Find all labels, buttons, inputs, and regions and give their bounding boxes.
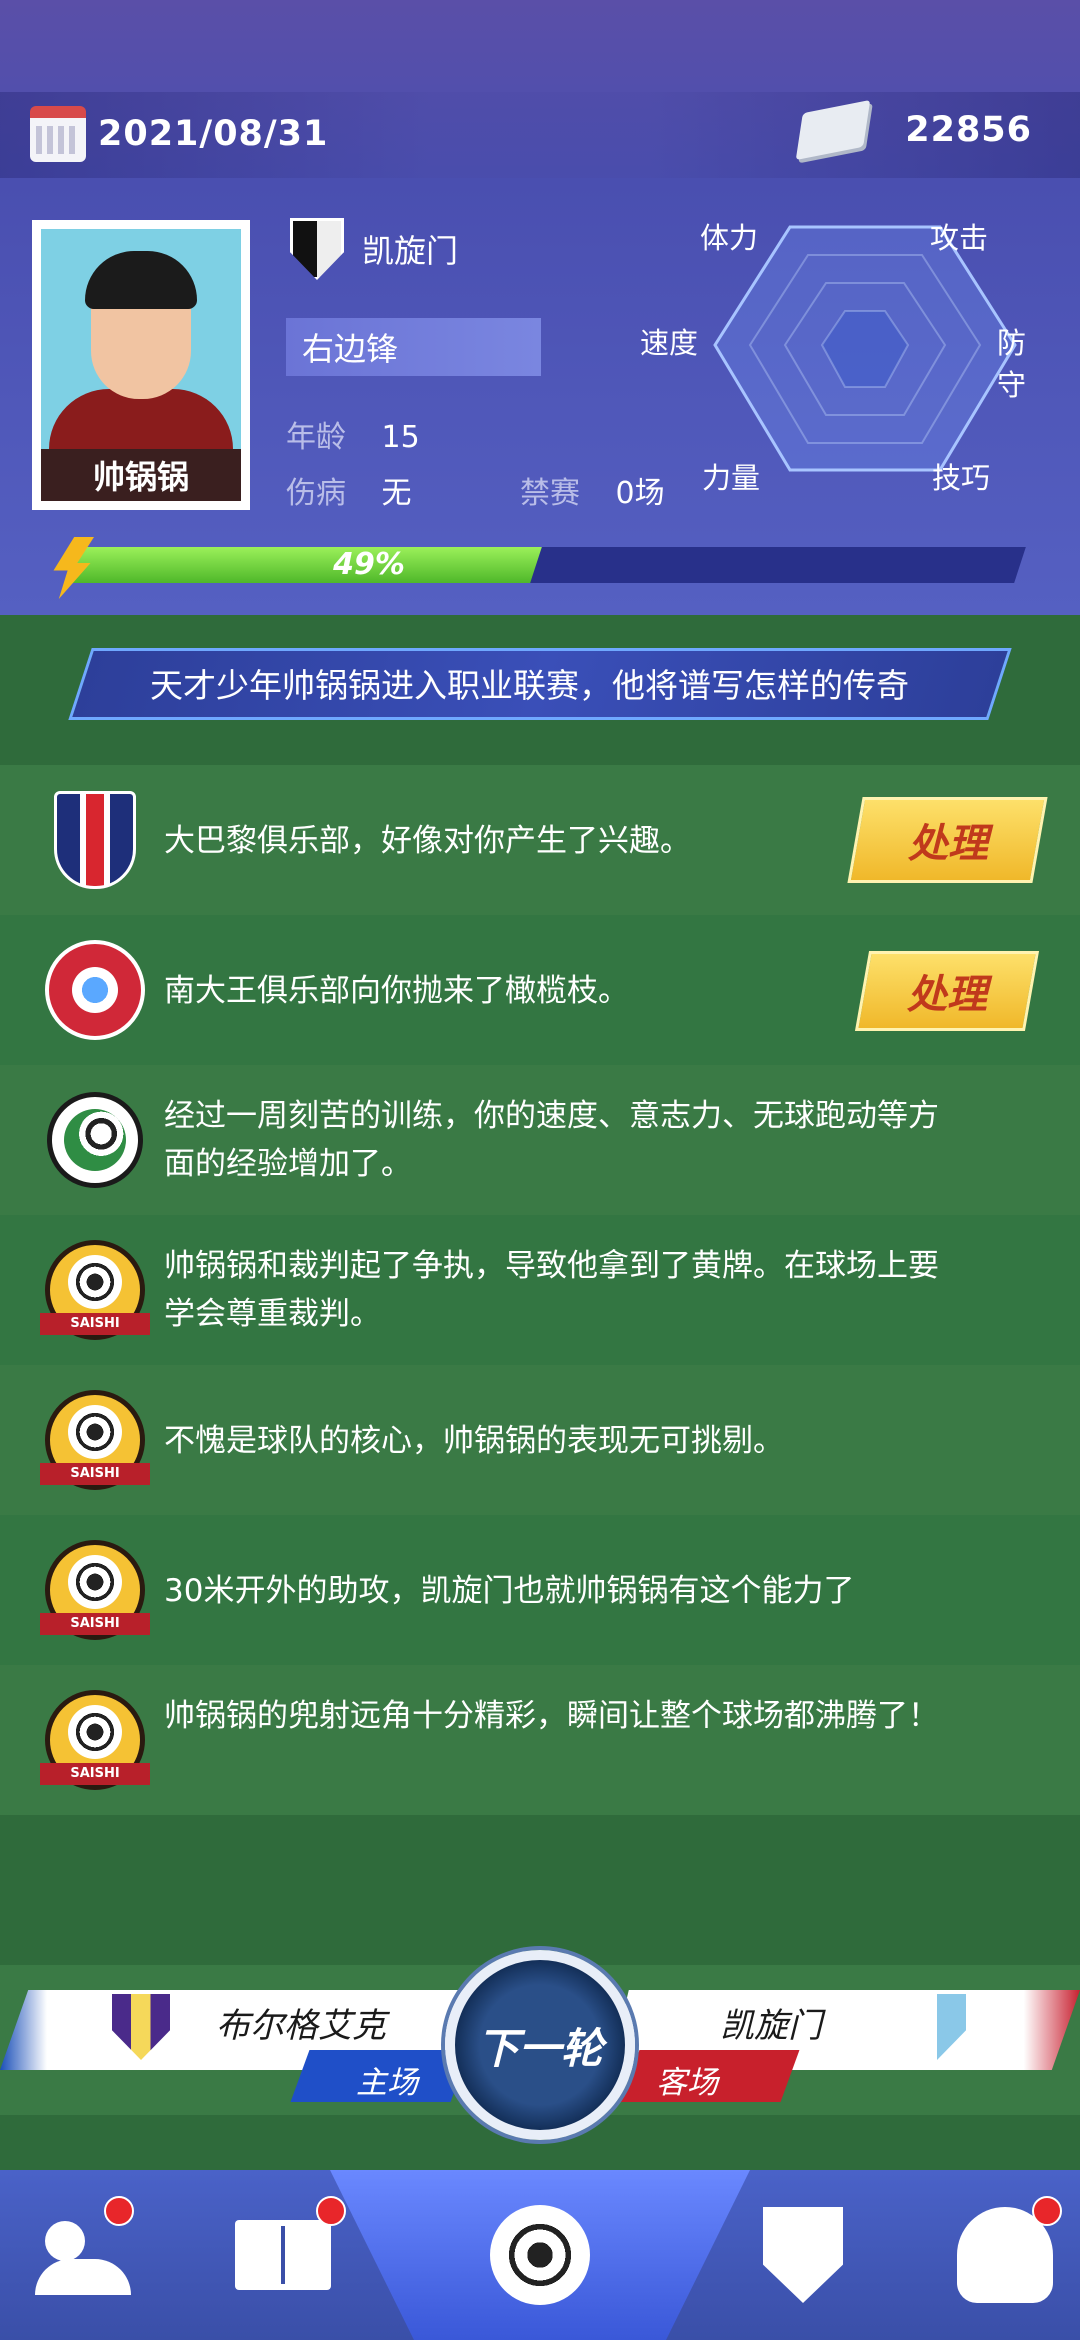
- age-label: 年龄: [286, 420, 346, 455]
- next-round-button[interactable]: 下一轮: [445, 1950, 635, 2140]
- club-icon: [763, 2207, 843, 2303]
- age-row: 年龄 15: [286, 412, 420, 456]
- avatar-image: 帅锅锅: [41, 229, 241, 501]
- news-item: 经过一周刻苦的训练，你的速度、意志力、无球跑动等方面的经验增加了。: [0, 1065, 1080, 1215]
- news-text: 不愧是球队的核心，帅锅锅的表现无可挑剔。: [164, 1423, 784, 1459]
- nav-tactics[interactable]: [228, 2196, 346, 2310]
- cash-icon: [795, 99, 871, 161]
- date-text: 2021/08/31: [98, 114, 329, 154]
- money-text: 22856: [905, 110, 1032, 150]
- radar-label-speed: 速度: [640, 326, 699, 360]
- avatar-hair: [85, 251, 197, 309]
- nav-trophy[interactable]: [950, 2196, 1062, 2310]
- news-item: SAISHI 30米开外的助攻，凯旋门也就帅锅锅有这个能力了: [0, 1515, 1080, 1665]
- injury-value: 无: [381, 476, 412, 511]
- away-team-name: 凯旋门: [720, 2006, 822, 2046]
- story-banner-text: 天才少年帅锅锅进入职业联赛，他将谱写怎样的传奇: [150, 666, 909, 705]
- notification-dot: [104, 2196, 134, 2226]
- radar-label-stamina: 体力: [700, 221, 759, 255]
- saishi-icon: SAISHI: [40, 1390, 150, 1490]
- next-round-label: 下一轮: [476, 2023, 603, 2073]
- radar-label-defense: 防守: [997, 326, 1027, 402]
- saishi-icon: SAISHI: [40, 1240, 150, 1340]
- match-icon: [490, 2205, 590, 2305]
- handle-button-label: 处理: [907, 972, 987, 1018]
- psg-crest-icon: [45, 790, 145, 890]
- news-item: SAISHI 帅锅锅的兜射远角十分精彩，瞬间让整个球场都沸腾了！: [0, 1665, 1080, 1815]
- radar-label-power: 力量: [702, 461, 761, 495]
- tactics-icon: [235, 2220, 331, 2290]
- training-ball-shape: [47, 1092, 143, 1188]
- saishi-badge: SAISHI: [40, 1690, 150, 1790]
- handle-button[interactable]: 处理: [847, 797, 1048, 883]
- notification-dot: [1032, 2196, 1062, 2226]
- ban-label: 禁赛: [520, 476, 580, 511]
- saishi-ribbon: SAISHI: [40, 1463, 150, 1485]
- saishi-ribbon: SAISHI: [40, 1613, 150, 1635]
- away-label: 客场: [656, 2065, 718, 2101]
- money-display: 22856: [795, 99, 1032, 161]
- nav-club[interactable]: [748, 2200, 858, 2310]
- handle-button-label: 处理: [907, 821, 988, 867]
- saishi-icon: SAISHI: [40, 1690, 150, 1790]
- nav-match[interactable]: [485, 2200, 595, 2310]
- radar-label-attack: 攻击: [930, 221, 989, 255]
- date-display: 2021/08/31: [30, 106, 328, 162]
- saishi-badge: SAISHI: [40, 1540, 150, 1640]
- position-badge: 右边锋: [286, 318, 541, 376]
- home-label: 主场: [356, 2065, 418, 2101]
- club-name: 凯旋门: [362, 232, 459, 270]
- saishi-ribbon: SAISHI: [40, 1313, 150, 1335]
- handle-button[interactable]: 处理: [854, 951, 1040, 1031]
- growth-progress: 49%: [50, 537, 1028, 599]
- injury-label: 伤病: [286, 476, 346, 511]
- saishi-icon: SAISHI: [40, 1540, 150, 1640]
- notification-dot: [316, 2196, 346, 2226]
- player-avatar[interactable]: 帅锅锅: [32, 220, 250, 510]
- calendar-icon: [30, 106, 86, 162]
- radar-label-skill: 技巧: [932, 461, 991, 495]
- news-item: 大巴黎俱乐部，好像对你产生了兴趣。 处理: [0, 765, 1080, 915]
- news-text: 大巴黎俱乐部，好像对你产生了兴趣。: [164, 823, 691, 859]
- club-info: 凯旋门: [290, 218, 458, 280]
- news-text: 南大王俱乐部向你抛来了橄榄枝。: [164, 973, 629, 1009]
- age-value: 15: [381, 420, 420, 455]
- saishi-ribbon: SAISHI: [40, 1763, 150, 1785]
- news-text: 帅锅锅和裁判起了争执，导致他拿到了黄牌。在球场上要学会尊重裁判。: [164, 1248, 939, 1332]
- saishi-badge: SAISHI: [40, 1240, 150, 1340]
- club-shield-icon: [290, 218, 344, 280]
- star-ball-crest-icon: [45, 940, 145, 1040]
- news-text: 经过一周刻苦的训练，你的速度、意志力、无球跑动等方面的经验增加了。: [164, 1098, 939, 1182]
- player-name: 帅锅锅: [41, 449, 241, 501]
- news-item: SAISHI 不愧是球队的核心，帅锅锅的表现无可挑剔。: [0, 1365, 1080, 1515]
- top-bar: 2021/08/31 22856: [0, 92, 1080, 178]
- news-text: 帅锅锅的兜射远角十分精彩，瞬间让整个球场都沸腾了！: [164, 1698, 939, 1734]
- nav-team[interactable]: [28, 2196, 138, 2310]
- psg-crest-shape: [54, 791, 136, 889]
- team-icon: [35, 2215, 131, 2295]
- progress-text: 49%: [333, 547, 405, 582]
- news-item: 南大王俱乐部向你抛来了橄榄枝。 处理: [0, 915, 1080, 1065]
- news-item: SAISHI 帅锅锅和裁判起了争执，导致他拿到了黄牌。在球场上要学会尊重裁判。: [0, 1215, 1080, 1365]
- news-text: 30米开外的助攻，凯旋门也就帅锅锅有这个能力了: [164, 1573, 855, 1609]
- home-team-name: 布尔格艾克: [216, 2006, 386, 2046]
- attribute-radar[interactable]: 体力 攻击 速度 防守 力量 技巧: [640, 215, 1050, 495]
- saishi-badge: SAISHI: [40, 1390, 150, 1490]
- training-ball-icon: [45, 1090, 145, 1190]
- star-ball-shape: [45, 940, 145, 1040]
- injury-row: 伤病 无: [286, 468, 412, 512]
